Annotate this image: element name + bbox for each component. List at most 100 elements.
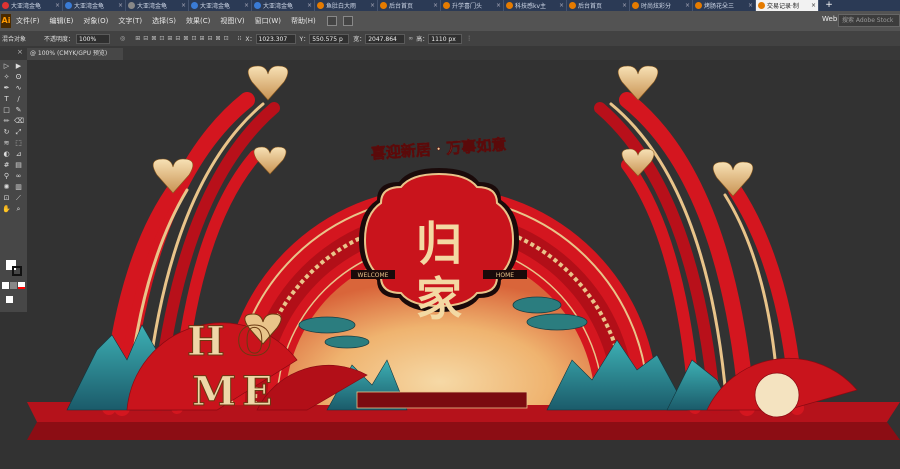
tab-favicon-icon xyxy=(569,2,576,9)
tab-favicon-icon xyxy=(632,2,639,9)
menu-item[interactable]: 编辑(E) xyxy=(45,16,79,26)
type-tool-icon[interactable]: T xyxy=(2,95,11,104)
pencil-icon[interactable]: ✏ xyxy=(2,117,11,126)
tab-close-icon[interactable]: × xyxy=(433,2,438,9)
tab-label: 大亚湾金龟 xyxy=(11,3,42,10)
close-doc-icon[interactable]: × xyxy=(17,48,23,56)
line-tool-icon[interactable]: / xyxy=(14,95,23,104)
tab-close-icon[interactable]: × xyxy=(181,2,186,9)
tab-close-icon[interactable]: × xyxy=(622,2,627,9)
browser-tab[interactable]: 后台首页 × xyxy=(378,0,441,11)
main-char-gui: 归 xyxy=(416,217,462,271)
tab-close-icon[interactable]: × xyxy=(748,2,753,9)
mesh-icon[interactable]: # xyxy=(2,161,11,170)
browser-tab[interactable]: 鱼肚白大雨 × xyxy=(315,0,378,11)
document-tab-bar: × @ 100% (CMYK/GPU 预览) xyxy=(0,46,900,60)
gradient-icon[interactable]: ▤ xyxy=(14,161,23,170)
document-tab[interactable]: @ 100% (CMYK/GPU 预览) xyxy=(27,48,123,60)
tab-favicon-icon xyxy=(443,2,450,9)
eyedropper-icon[interactable]: ⚲ xyxy=(2,172,11,181)
tab-favicon-icon xyxy=(317,2,324,9)
eraser-icon[interactable]: ⌫ xyxy=(14,117,24,126)
home-letter-h: H xyxy=(187,318,225,365)
rectangle-tool-icon[interactable]: □ xyxy=(2,106,11,115)
tab-close-icon[interactable]: × xyxy=(496,2,501,9)
recolor-icon[interactable]: ◎ xyxy=(120,35,125,42)
menu-item[interactable]: 对象(O) xyxy=(78,16,113,26)
control-bar: 混合对象 不透明度： 100% ◎ ⊞⊟⊠⊡⊞⊟⊠⊡⊞⊟⊠⊡ ⁝⁝ X： 102… xyxy=(0,31,900,46)
align-icons[interactable]: ⊞⊟⊠⊡⊞⊟⊠⊡⊞⊟⊠⊡ xyxy=(135,35,231,42)
browser-tab[interactable]: 大亚湾金龟 × xyxy=(0,0,63,11)
artboard-icon[interactable]: ⊡ xyxy=(2,194,11,203)
magic-wand-icon[interactable]: ✧ xyxy=(2,73,11,82)
artboard-canvas[interactable]: 喜迎新居 · 万事如意 归 家 WELCOME HOME H O M E xyxy=(27,60,900,469)
none-mode-icon[interactable] xyxy=(18,282,25,289)
workspace-switcher[interactable]: Web xyxy=(822,15,837,23)
tab-close-icon[interactable]: × xyxy=(685,2,690,9)
graph-icon[interactable]: ▥ xyxy=(14,183,23,192)
menu-item[interactable]: 文字(T) xyxy=(113,16,147,26)
tab-close-icon[interactable]: × xyxy=(307,2,312,9)
warp-icon[interactable]: ≋ xyxy=(2,139,11,148)
menu-item[interactable]: 文件(F) xyxy=(11,16,45,26)
w-field[interactable]: 2047.864 xyxy=(365,33,406,44)
browser-tab[interactable]: 交易记录·制 × xyxy=(756,0,819,11)
menu-item[interactable]: 窗口(W) xyxy=(250,16,286,26)
browser-tab[interactable]: 大亚湾金龟 × xyxy=(126,0,189,11)
selection-tool-icon[interactable]: ▷ xyxy=(2,62,11,71)
color-mode-icon[interactable] xyxy=(2,282,9,289)
reference-point-icon[interactable]: ⁝⁝ xyxy=(238,35,242,42)
direct-select-icon[interactable]: ▶ xyxy=(14,62,23,71)
more-options-icon[interactable]: ⋮ xyxy=(466,35,472,42)
y-field[interactable]: 550.575 p xyxy=(309,33,350,44)
tab-favicon-icon xyxy=(2,2,9,9)
rotate-icon[interactable]: ↻ xyxy=(2,128,11,137)
pen-tool-icon[interactable]: ✒ xyxy=(2,84,11,93)
shape-builder-icon[interactable]: ◐ xyxy=(2,150,11,159)
opacity-field[interactable]: 100% xyxy=(76,33,111,44)
perspective-icon[interactable]: ⊿ xyxy=(14,150,23,159)
tab-close-icon[interactable]: × xyxy=(244,2,249,9)
x-field[interactable]: 1023.307 xyxy=(255,33,296,44)
zoom-icon[interactable]: ⌕ xyxy=(14,205,23,214)
browser-tab[interactable]: 大亚湾金龟 × xyxy=(189,0,252,11)
paintbrush-icon[interactable]: ✎ xyxy=(14,106,23,115)
tab-close-icon[interactable]: × xyxy=(559,2,564,9)
hand-icon[interactable]: ✋ xyxy=(2,205,11,214)
blend-icon[interactable]: ∞ xyxy=(14,172,23,181)
menu-item[interactable]: 选择(S) xyxy=(147,16,181,26)
stroke-swatch[interactable] xyxy=(12,266,22,276)
arrange-documents-icon[interactable] xyxy=(326,16,337,26)
tab-close-icon[interactable]: × xyxy=(370,2,375,9)
lasso-icon[interactable]: ʘ xyxy=(14,73,23,82)
tab-close-icon[interactable]: × xyxy=(118,2,123,9)
screen-mode-icon[interactable] xyxy=(6,296,13,303)
grid-icon[interactable] xyxy=(342,16,353,26)
tab-close-icon[interactable]: × xyxy=(55,2,60,9)
menu-item[interactable]: 视图(V) xyxy=(215,16,249,26)
link-icon[interactable]: ∞ xyxy=(408,35,413,42)
browser-tab[interactable]: 烤肠花朵三 × xyxy=(693,0,756,11)
browser-tab[interactable]: 时尚炫彩分 × xyxy=(630,0,693,11)
h-field[interactable]: 1110 px xyxy=(428,33,463,44)
new-tab-button[interactable]: + xyxy=(819,0,839,11)
menu-item[interactable]: 效果(C) xyxy=(181,16,215,26)
browser-tab[interactable]: 大亚湾金龟 × xyxy=(63,0,126,11)
curvature-icon[interactable]: ∿ xyxy=(14,84,23,93)
symbol-sprayer-icon[interactable]: ✺ xyxy=(2,183,11,192)
browser-tab[interactable]: 科技感kv主 × xyxy=(504,0,567,11)
tab-close-icon[interactable]: × xyxy=(811,2,816,9)
free-transform-icon[interactable]: ⬚ xyxy=(14,139,23,148)
menu-item[interactable]: 帮助(H) xyxy=(286,16,321,26)
browser-tab[interactable]: 后台首页 × xyxy=(567,0,630,11)
opacity-label: 不透明度： xyxy=(44,36,75,43)
search-stock-input[interactable]: 搜索 Adobe Stock xyxy=(838,14,900,27)
browser-tab[interactable]: 升学喜门头 × xyxy=(441,0,504,11)
tab-label: 科技感kv主 xyxy=(515,3,547,10)
scale-icon[interactable]: ⤢ xyxy=(14,128,23,137)
browser-tab[interactable]: 大亚湾金龟 × xyxy=(252,0,315,11)
tab-favicon-icon xyxy=(65,2,72,9)
slice-icon[interactable]: ⟋ xyxy=(14,194,23,203)
gradient-mode-icon[interactable] xyxy=(10,282,17,289)
home-letter-m: M xyxy=(192,368,236,415)
